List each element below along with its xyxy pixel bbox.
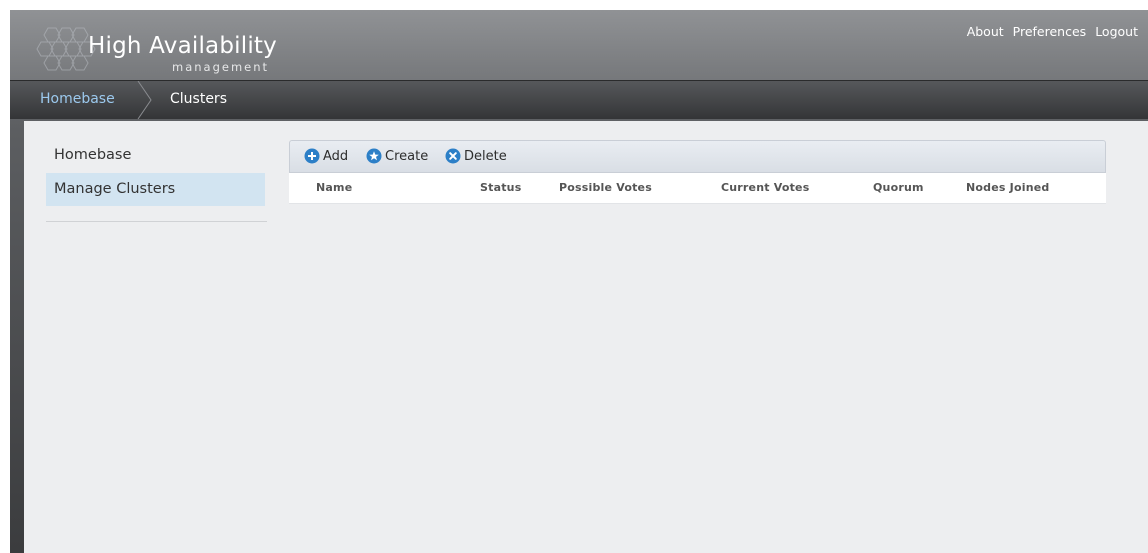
delete-button[interactable]: Delete: [445, 148, 507, 164]
logout-link[interactable]: Logout: [1095, 24, 1138, 39]
breadcrumb: Homebase Clusters: [10, 80, 1148, 119]
column-header-name[interactable]: Name: [316, 181, 352, 194]
clusters-panel: Add Create Delete Name Status Possible V…: [289, 140, 1106, 204]
app-window: High Availability management About Prefe…: [10, 10, 1148, 553]
top-nav: About Preferences Logout: [967, 24, 1138, 39]
breadcrumb-homebase[interactable]: Homebase: [40, 91, 115, 107]
app-subtitle: management: [172, 60, 270, 74]
preferences-link[interactable]: Preferences: [1013, 24, 1087, 39]
logo: High Availability management: [36, 22, 286, 74]
main-content: Homebase Manage Clusters Add Create Dele…: [24, 121, 1148, 553]
column-header-possible-votes[interactable]: Possible Votes: [559, 181, 652, 194]
column-header-current-votes[interactable]: Current Votes: [721, 181, 809, 194]
create-button[interactable]: Create: [366, 148, 428, 164]
about-link[interactable]: About: [967, 24, 1004, 39]
plus-circle-icon: [304, 148, 320, 164]
delete-label: Delete: [464, 148, 507, 164]
sidebar-item-homebase[interactable]: Homebase: [46, 139, 265, 172]
sidebar-item-manage-clusters[interactable]: Manage Clusters: [46, 173, 265, 206]
table-header: Name Status Possible Votes Current Votes…: [289, 173, 1106, 204]
column-header-quorum[interactable]: Quorum: [873, 181, 924, 194]
column-header-status[interactable]: Status: [480, 181, 521, 194]
app-title: High Availability: [88, 33, 277, 59]
star-circle-icon: [366, 148, 382, 164]
add-button[interactable]: Add: [304, 148, 348, 164]
breadcrumb-clusters[interactable]: Clusters: [170, 91, 227, 107]
add-label: Add: [323, 148, 349, 164]
header: High Availability management About Prefe…: [10, 10, 1148, 80]
x-circle-icon: [445, 148, 461, 164]
column-header-nodes-joined[interactable]: Nodes Joined: [966, 181, 1049, 194]
clusters-toolbar: Add Create Delete: [289, 140, 1106, 173]
create-label: Create: [385, 148, 429, 164]
sidebar-divider: [46, 221, 267, 222]
breadcrumb-separator-icon: [137, 81, 152, 119]
